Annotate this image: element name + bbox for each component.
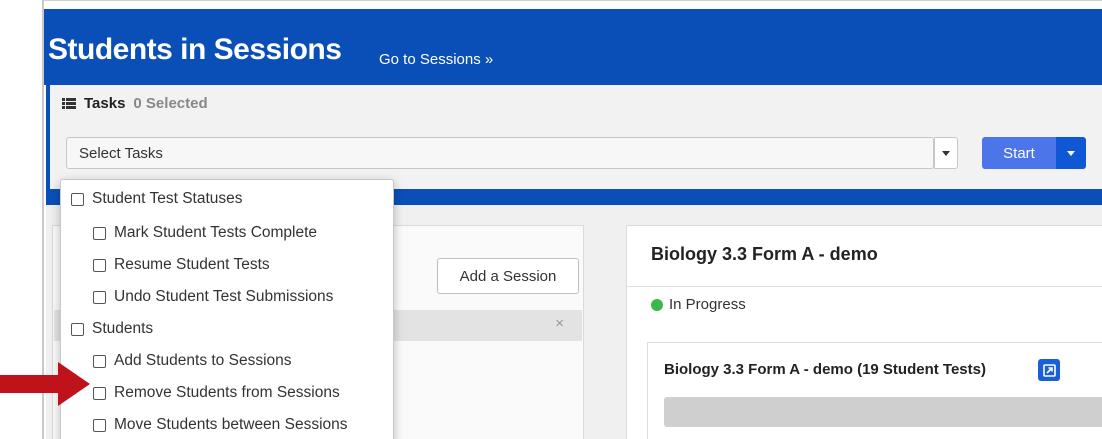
menu-item-undo-submissions[interactable]: Undo Student Test Submissions xyxy=(93,288,333,306)
chevron-down-icon xyxy=(942,150,950,156)
select-tasks-toggle[interactable] xyxy=(934,137,958,169)
tasks-label: Tasks xyxy=(84,95,126,112)
menu-item-add-students[interactable]: Add Students to Sessions xyxy=(93,352,292,370)
tasks-dropdown-menu: Student Test Statuses Mark Student Tests… xyxy=(60,179,394,439)
menu-item-label: Mark Student Tests Complete xyxy=(114,224,318,241)
session-status: In Progress xyxy=(651,296,746,313)
checkbox[interactable] xyxy=(71,192,84,206)
menu-item-label: Remove Students from Sessions xyxy=(114,384,340,401)
menu-item-label: Move Students between Sessions xyxy=(114,416,348,433)
menu-item-students[interactable]: Students xyxy=(71,320,153,338)
menu-item-move-students[interactable]: Move Students between Sessions xyxy=(93,416,348,434)
annotation-arrow-icon xyxy=(0,362,90,406)
checkbox[interactable] xyxy=(93,226,106,240)
menu-item-resume-tests[interactable]: Resume Student Tests xyxy=(93,256,270,274)
menu-item-mark-tests-complete[interactable]: Mark Student Tests Complete xyxy=(93,224,317,242)
select-tasks-dropdown[interactable]: Select Tasks xyxy=(66,137,934,169)
menu-item-label: Students xyxy=(92,320,154,337)
app-window: Students in Sessions Go to Sessions » Ta… xyxy=(42,0,1102,439)
close-icon[interactable]: × xyxy=(555,315,564,332)
checkbox[interactable] xyxy=(93,354,106,368)
arrow-up-right-icon xyxy=(1042,363,1056,377)
external-link-icon[interactable] xyxy=(1038,359,1060,381)
start-options-toggle[interactable] xyxy=(1056,137,1086,169)
menu-item-student-test-statuses[interactable]: Student Test Statuses xyxy=(71,190,243,208)
go-to-sessions-link[interactable]: Go to Sessions » xyxy=(379,51,493,68)
menu-item-label: Student Test Statuses xyxy=(92,190,243,207)
session-detail-panel: Biology 3.3 Form A - demo In Progress Bi… xyxy=(626,225,1102,439)
status-dot-icon xyxy=(651,298,663,311)
session-title: Biology 3.3 Form A - demo xyxy=(651,244,878,264)
tasks-header: Tasks 0 Selected xyxy=(62,95,208,112)
checkbox[interactable] xyxy=(71,322,84,336)
list-icon xyxy=(62,98,76,109)
tasks-panel: Tasks 0 Selected Select Tasks Start xyxy=(46,85,1102,189)
checkbox[interactable] xyxy=(93,290,106,304)
checkbox[interactable] xyxy=(93,386,106,400)
header-bar: Students in Sessions Go to Sessions » xyxy=(44,9,1102,85)
status-label: In Progress xyxy=(669,296,746,313)
menu-item-label: Resume Student Tests xyxy=(114,256,270,273)
menu-item-remove-students[interactable]: Remove Students from Sessions xyxy=(93,384,340,402)
chevron-down-icon xyxy=(1067,150,1075,156)
student-tests-title: Biology 3.3 Form A - demo (19 Student Te… xyxy=(664,361,986,378)
add-session-button[interactable]: Add a Session xyxy=(437,258,579,294)
checkbox[interactable] xyxy=(93,258,106,272)
start-button[interactable]: Start xyxy=(982,137,1056,169)
progress-bar xyxy=(664,397,1102,427)
divider xyxy=(627,286,1102,287)
checkbox[interactable] xyxy=(93,418,106,432)
student-tests-card: Biology 3.3 Form A - demo (19 Student Te… xyxy=(647,342,1102,439)
selected-count: 0 Selected xyxy=(133,95,208,112)
menu-item-label: Undo Student Test Submissions xyxy=(114,288,334,305)
page-title: Students in Sessions xyxy=(48,33,342,66)
menu-item-label: Add Students to Sessions xyxy=(114,352,292,369)
